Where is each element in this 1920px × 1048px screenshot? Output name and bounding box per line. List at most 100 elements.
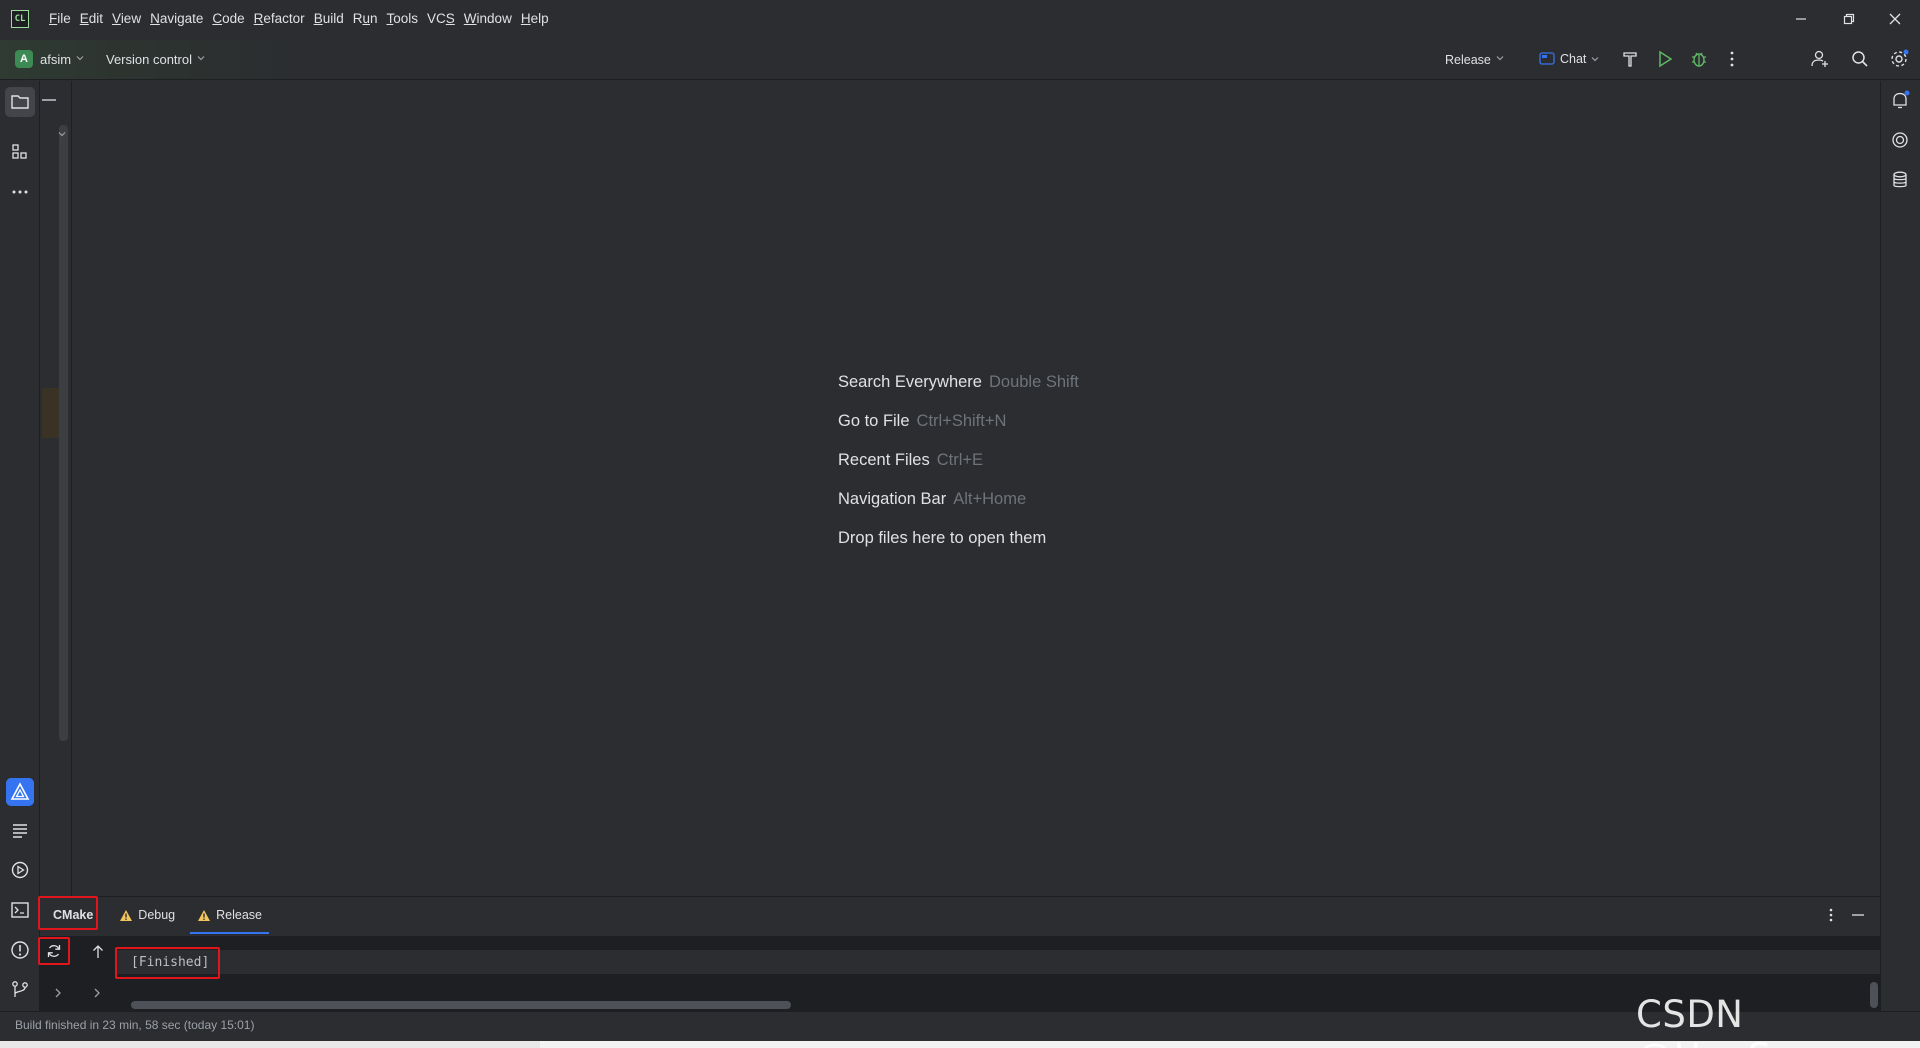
console-line: [115, 950, 1880, 974]
todo-list-icon[interactable]: [9, 819, 31, 841]
close-window-icon[interactable]: [1884, 8, 1906, 30]
hint-shortcut: Ctrl+E: [936, 451, 984, 469]
hint-label: Recent Files: [838, 451, 930, 469]
chevron-right-icon[interactable]: [51, 986, 69, 1004]
menu-label-part: elp: [530, 11, 549, 26]
ai-spiral-icon[interactable]: [1889, 129, 1911, 151]
menu-mnemonic: E: [79, 11, 89, 26]
hint-label: Go to File: [838, 412, 910, 430]
menu-label-part: uild: [322, 11, 344, 26]
menu-mnemonic: F: [49, 11, 58, 26]
add-user-icon[interactable]: [1810, 49, 1830, 69]
reload-highlight: [38, 937, 70, 965]
chat-label: Chat: [1560, 52, 1587, 66]
hint-label: Navigation Bar: [838, 490, 947, 508]
menu-item[interactable]: View: [112, 11, 147, 26]
menu-item[interactable]: File: [49, 11, 77, 26]
menu-mnemonic: C: [212, 11, 223, 26]
structure-icon[interactable]: [9, 141, 31, 163]
restore-window-icon[interactable]: [1838, 8, 1860, 30]
chevron-down-icon: [1496, 56, 1504, 61]
menu-mnemonic: H: [520, 11, 531, 26]
menu-label-part: indow: [476, 11, 512, 26]
run-configuration-selector[interactable]: Release: [1445, 53, 1504, 67]
hint-navigation-bar: Navigation Bar Alt+Home: [838, 490, 1079, 529]
more-tools-icon[interactable]: [9, 181, 31, 203]
horizontal-scrollbar[interactable]: [131, 1001, 791, 1009]
menu-label-part: n: [369, 11, 378, 26]
menu-label-part: R: [352, 11, 363, 26]
folder-icon[interactable]: [9, 91, 31, 113]
menu-item[interactable]: Help: [521, 11, 555, 26]
git-branch-icon[interactable]: [9, 979, 31, 1001]
menu-label-part: ode: [222, 11, 245, 26]
hint-label: Drop files here to open them: [838, 529, 1047, 547]
chevron-down-icon: [197, 56, 205, 61]
welcome-hints: Search Everywhere Double Shift Go to File…: [838, 373, 1079, 568]
watermark: CSDN @HeySven: [1636, 993, 1841, 1048]
status-bar: [0, 1011, 1920, 1041]
menu-mnemonic: W: [463, 11, 477, 26]
more-actions-icon[interactable]: [1722, 49, 1742, 69]
main-menu: File Edit View Navigate Code Refactor Build Run…: [49, 11, 558, 26]
menu-label-part: efactor: [263, 11, 305, 26]
menu-label-part: ools: [393, 11, 419, 26]
chevron-down-icon[interactable]: [57, 129, 67, 139]
menu-mnemonic: u: [362, 11, 370, 26]
build-hammer-icon[interactable]: [1620, 49, 1640, 69]
menu-item[interactable]: Build: [314, 11, 350, 26]
app-logo[interactable]: CL: [11, 10, 29, 28]
hint-shortcut: Double Shift: [988, 373, 1079, 391]
problems-icon[interactable]: [9, 939, 31, 961]
services-icon[interactable]: [9, 859, 31, 881]
project-selector[interactable]: afsim: [40, 52, 84, 67]
chevron-down-icon: [76, 56, 84, 61]
hide-panel-icon[interactable]: [1849, 906, 1867, 924]
project-badge[interactable]: A: [15, 50, 33, 68]
version-control-menu[interactable]: Version control: [106, 52, 205, 67]
warning-icon: [120, 909, 133, 921]
console-output-highlight: [115, 947, 220, 979]
settings-gear-icon[interactable]: [1889, 49, 1909, 69]
tab-release[interactable]: Release: [186, 896, 273, 934]
menu-item[interactable]: Code: [212, 11, 250, 26]
menu-item[interactable]: VCS: [427, 11, 461, 26]
chevron-right-icon[interactable]: [90, 986, 108, 1004]
menu-label-part: VC: [427, 11, 446, 26]
menu-item[interactable]: Window: [464, 11, 518, 26]
arrow-up-icon[interactable]: [89, 943, 107, 961]
menu-item[interactable]: Navigate: [150, 11, 209, 26]
hint-label: Search Everywhere: [838, 373, 982, 391]
menu-mnemonic: S: [445, 11, 455, 26]
notifications-bell-icon[interactable]: [1889, 89, 1911, 111]
tab-label: Release: [216, 908, 263, 922]
menu-label-part: dit: [88, 11, 104, 26]
vertical-scrollbar[interactable]: [59, 125, 68, 741]
terminal-icon[interactable]: [9, 899, 31, 921]
database-icon[interactable]: [1889, 169, 1911, 191]
menu-item[interactable]: Edit: [80, 11, 109, 26]
cmake-tab-highlight: [38, 896, 98, 930]
warning-icon: [198, 909, 211, 921]
menu-mnemonic: V: [112, 11, 121, 26]
menu-item[interactable]: Tools: [387, 11, 425, 26]
hint-drop-files: Drop files here to open them: [838, 529, 1079, 568]
status-text: Build finished in 23 min, 58 sec (today …: [15, 1018, 255, 1032]
hint-go-to-file: Go to File Ctrl+Shift+N: [838, 412, 1079, 451]
menu-item[interactable]: Refactor: [254, 11, 311, 26]
menu-item[interactable]: Run: [353, 11, 384, 26]
hint-recent-files: Recent Files Ctrl+E: [838, 451, 1079, 490]
vcs-label: Version control: [106, 52, 192, 67]
debug-bug-icon[interactable]: [1689, 49, 1709, 69]
tab-debug[interactable]: Debug: [108, 896, 186, 934]
ai-assistant-icon[interactable]: [6, 778, 34, 806]
minimize-window-icon[interactable]: [1790, 8, 1812, 30]
more-options-icon[interactable]: [1822, 906, 1840, 924]
minimize-panel-icon[interactable]: [42, 99, 56, 101]
run-config-label: Release: [1445, 53, 1491, 67]
run-icon[interactable]: [1655, 49, 1675, 69]
menu-label-part: ile: [57, 11, 71, 26]
chat-button[interactable]: Chat: [1539, 52, 1599, 66]
search-icon[interactable]: [1850, 49, 1870, 69]
menu-label-part: avigate: [159, 11, 204, 26]
